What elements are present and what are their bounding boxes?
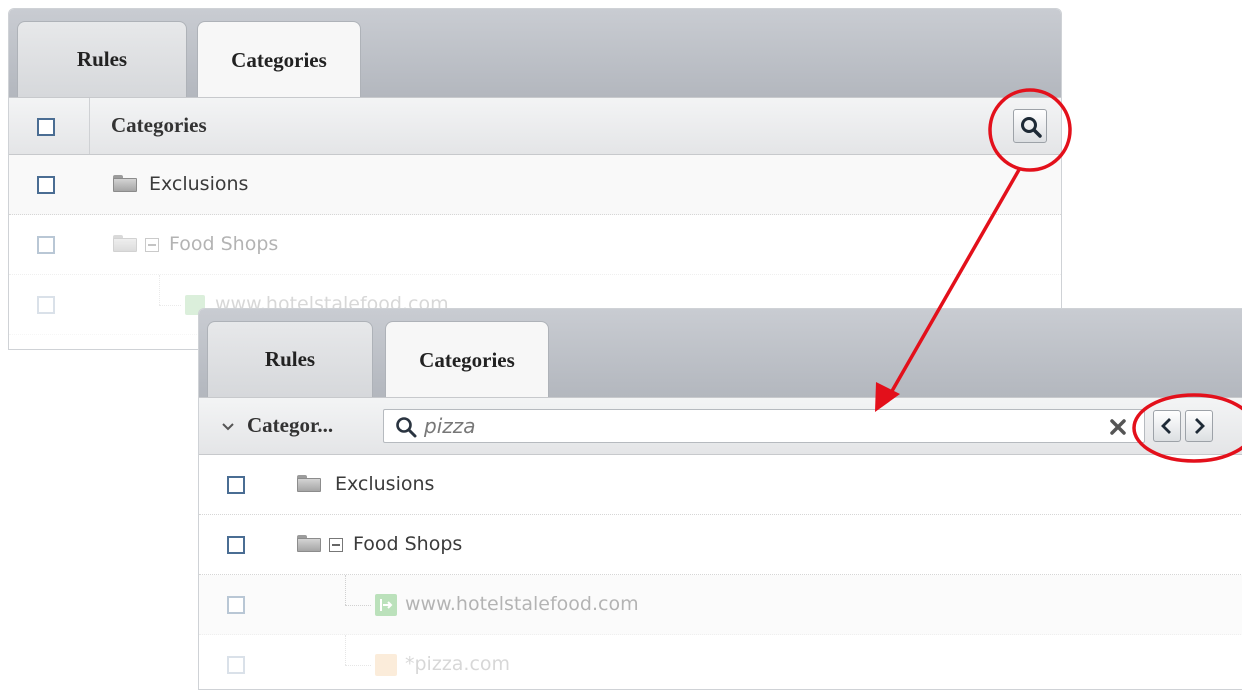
- annotation-overlay: [875, 88, 1242, 463]
- annotation-circle-search: [988, 88, 1072, 172]
- annotation-arrow: [886, 167, 1022, 399]
- annotation-circle-nav: [1132, 393, 1242, 463]
